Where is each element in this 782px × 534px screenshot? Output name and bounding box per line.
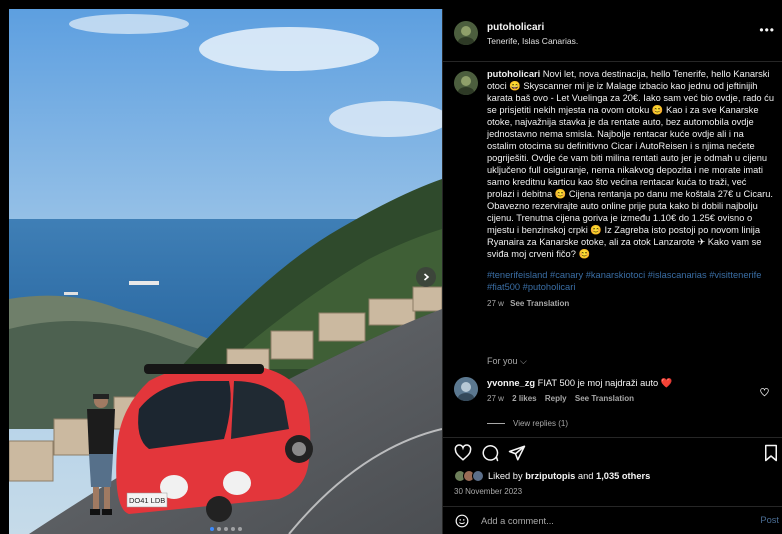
add-comment-bar: Post <box>443 506 782 534</box>
more-options-icon[interactable]: ••• <box>759 23 775 37</box>
comment-content: FIAT 500 je moj najdraži auto ❤️ <box>537 378 673 388</box>
license-plate-text: DO41 LDB <box>129 496 165 505</box>
likes-summary[interactable]: Liked by brziputopis and 1,035 others <box>454 470 650 482</box>
post-date[interactable]: 30 November 2023 <box>454 487 522 496</box>
instagram-post-modal: DO41 LDB putoholicari Tenerife, Islas Ca… <box>0 0 782 534</box>
view-replies-button[interactable]: View replies (1) <box>487 419 568 428</box>
caption-hashtags[interactable]: #tenerifeisland #canary #kanarskiotoci #… <box>487 269 774 293</box>
liked-by-user[interactable]: brziputopis <box>525 471 575 481</box>
post-location[interactable]: Tenerife, Islas Canarias. <box>487 36 578 46</box>
comments-list[interactable]: putoholicari Novi let, nova destinacija,… <box>443 62 782 437</box>
liked-by-and: and <box>577 471 594 481</box>
see-translation-link[interactable]: See Translation <box>510 299 569 308</box>
replies-divider <box>487 423 505 424</box>
liked-by-others[interactable]: 1,035 others <box>596 471 650 481</box>
comment-item: yvonne_zg FIAT 500 je moj najdraži auto … <box>454 377 774 403</box>
comment-likes[interactable]: 2 likes <box>512 394 536 403</box>
comment-see-translation[interactable]: See Translation <box>575 394 634 403</box>
commenter-username[interactable]: yvonne_zg <box>487 378 535 388</box>
caption-age: 27 w <box>487 299 504 308</box>
avatar-image <box>454 377 478 401</box>
caption-text: putoholicari Novi let, nova destinacija,… <box>487 68 774 260</box>
view-replies-label: View replies (1) <box>513 419 568 428</box>
caption-avatar[interactable] <box>454 71 478 95</box>
action-bar <box>443 437 782 467</box>
bookmark-icon[interactable] <box>763 444 779 462</box>
comment-meta: 27 w 2 likes Reply See Translation <box>487 394 774 403</box>
liked-by-label: Liked by <box>488 471 523 481</box>
caption-content: Novi let, nova destinacija, hello Teneri… <box>487 69 774 259</box>
liker-avatars <box>454 470 484 482</box>
heart-icon[interactable] <box>454 444 472 462</box>
caption-username[interactable]: putoholicari <box>487 69 540 79</box>
caption-block: putoholicari Novi let, nova destinacija,… <box>454 68 774 308</box>
chevron-right-icon <box>423 273 430 281</box>
author-avatar[interactable] <box>454 21 478 45</box>
emoji-icon[interactable] <box>455 514 469 528</box>
photo-scene: DO41 LDB <box>9 9 442 534</box>
avatar-image <box>454 71 478 95</box>
post-header: putoholicari Tenerife, Islas Canarias. •… <box>443 9 782 62</box>
carousel-dot <box>230 527 235 531</box>
for-you-toggle[interactable]: For you ⌵ <box>487 356 527 367</box>
commenter-avatar[interactable] <box>454 377 478 401</box>
carousel-indicator <box>9 527 442 531</box>
next-photo-button[interactable] <box>416 267 436 287</box>
carousel-dot <box>209 527 214 531</box>
post-comment-button[interactable]: Post <box>760 515 779 525</box>
comment-icon[interactable] <box>481 444 499 462</box>
carousel-dot <box>223 527 228 531</box>
avatar-image <box>454 21 478 45</box>
post-details-panel: putoholicari Tenerife, Islas Canarias. •… <box>442 9 782 534</box>
post-photo[interactable]: DO41 LDB <box>9 9 442 534</box>
comment-input[interactable] <box>481 513 721 529</box>
caption-meta: 27 w See Translation <box>487 299 774 308</box>
send-icon[interactable] <box>508 444 526 462</box>
comment-age: 27 w <box>487 394 504 403</box>
carousel-dot <box>237 527 242 531</box>
liker-avatar <box>472 470 484 482</box>
carousel-dot <box>216 527 221 531</box>
author-username[interactable]: putoholicari <box>487 22 544 33</box>
heart-icon[interactable] <box>760 388 769 397</box>
comment-text: yvonne_zg FIAT 500 je moj najdraži auto … <box>487 377 774 389</box>
reply-button[interactable]: Reply <box>545 394 567 403</box>
